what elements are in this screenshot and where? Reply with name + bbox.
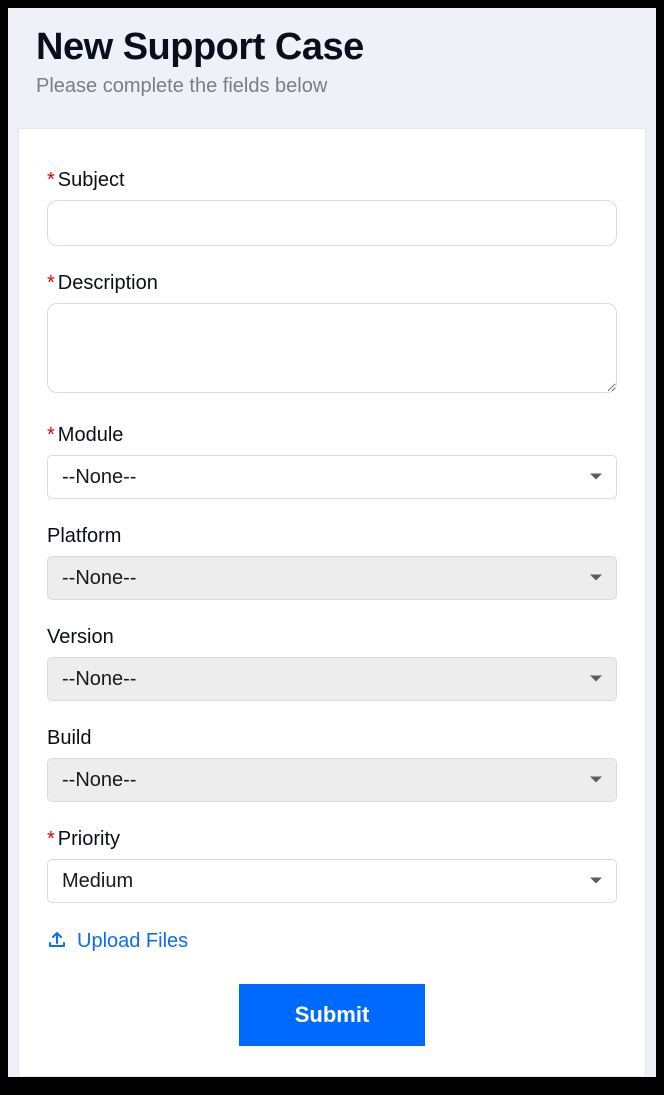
description-input[interactable] <box>47 303 617 393</box>
priority-select[interactable]: Medium <box>47 859 617 903</box>
field-priority: *Priority Medium <box>47 828 617 903</box>
version-select[interactable]: --None-- <box>47 657 617 701</box>
version-label: Version <box>47 626 617 649</box>
priority-select-wrap: Medium <box>47 859 617 903</box>
field-build: Build --None-- <box>47 727 617 802</box>
module-label: *Module <box>47 424 617 447</box>
build-select[interactable]: --None-- <box>47 758 617 802</box>
submit-wrap: Submit <box>47 984 617 1046</box>
upload-icon <box>47 929 67 954</box>
required-asterisk: * <box>47 424 55 446</box>
required-asterisk: * <box>47 169 55 191</box>
upload-files-button[interactable]: Upload Files <box>47 929 617 954</box>
build-select-wrap: --None-- <box>47 758 617 802</box>
field-version: Version --None-- <box>47 626 617 701</box>
version-label-text: Version <box>47 626 114 648</box>
upload-files-label: Upload Files <box>77 930 188 953</box>
field-subject: *Subject <box>47 169 617 246</box>
page-title: New Support Case <box>36 26 628 69</box>
description-label-text: Description <box>58 272 158 294</box>
field-description: *Description <box>47 272 617 398</box>
field-platform: Platform --None-- <box>47 525 617 600</box>
subject-label-text: Subject <box>58 169 125 191</box>
submit-button[interactable]: Submit <box>239 984 426 1046</box>
page-container: New Support Case Please complete the fie… <box>8 8 656 1077</box>
platform-select[interactable]: --None-- <box>47 556 617 600</box>
module-label-text: Module <box>58 424 124 446</box>
build-label: Build <box>47 727 617 750</box>
description-label: *Description <box>47 272 617 295</box>
build-label-text: Build <box>47 727 91 749</box>
required-asterisk: * <box>47 828 55 850</box>
platform-label-text: Platform <box>47 525 121 547</box>
form-card: *Subject *Description *Module --None-- <box>18 128 646 1077</box>
page-subtitle: Please complete the fields below <box>36 75 628 98</box>
platform-select-wrap: --None-- <box>47 556 617 600</box>
required-asterisk: * <box>47 272 55 294</box>
subject-label: *Subject <box>47 169 617 192</box>
platform-label: Platform <box>47 525 617 548</box>
field-module: *Module --None-- <box>47 424 617 499</box>
module-select[interactable]: --None-- <box>47 455 617 499</box>
module-select-wrap: --None-- <box>47 455 617 499</box>
priority-label-text: Priority <box>58 828 120 850</box>
subject-input[interactable] <box>47 200 617 246</box>
page-header: New Support Case Please complete the fie… <box>8 8 656 128</box>
priority-label: *Priority <box>47 828 617 851</box>
version-select-wrap: --None-- <box>47 657 617 701</box>
